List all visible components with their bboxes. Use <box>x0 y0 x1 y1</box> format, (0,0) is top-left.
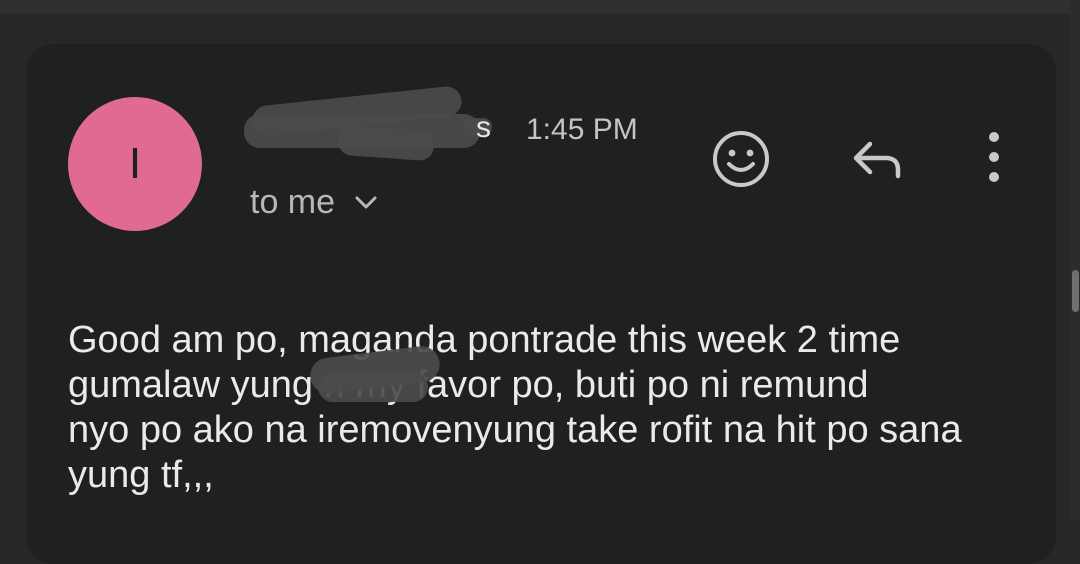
reply-button[interactable] <box>846 130 910 190</box>
add-reaction-button[interactable] <box>708 126 774 192</box>
recipient-label: to me <box>250 183 336 221</box>
sender-name[interactable]: s <box>476 110 491 146</box>
message-time: 1:45 PM <box>526 113 638 146</box>
message-redaction <box>318 372 428 402</box>
message-body: Good am po, maganda pontrade this week 2… <box>68 319 962 496</box>
chevron-down-icon <box>355 196 377 209</box>
more-options-button[interactable] <box>972 122 1016 192</box>
top-app-bar <box>0 0 1080 14</box>
more-vertical-icon <box>989 132 999 182</box>
sender-avatar[interactable]: I <box>68 97 202 231</box>
avatar-letter: I <box>128 139 142 188</box>
scrollbar-thumb[interactable] <box>1072 270 1079 312</box>
recipient-details-toggle[interactable]: to me <box>250 183 379 221</box>
reply-icon <box>853 141 901 179</box>
scrollbar-track[interactable] <box>1070 0 1080 520</box>
emoji-reaction-icon <box>713 131 769 187</box>
